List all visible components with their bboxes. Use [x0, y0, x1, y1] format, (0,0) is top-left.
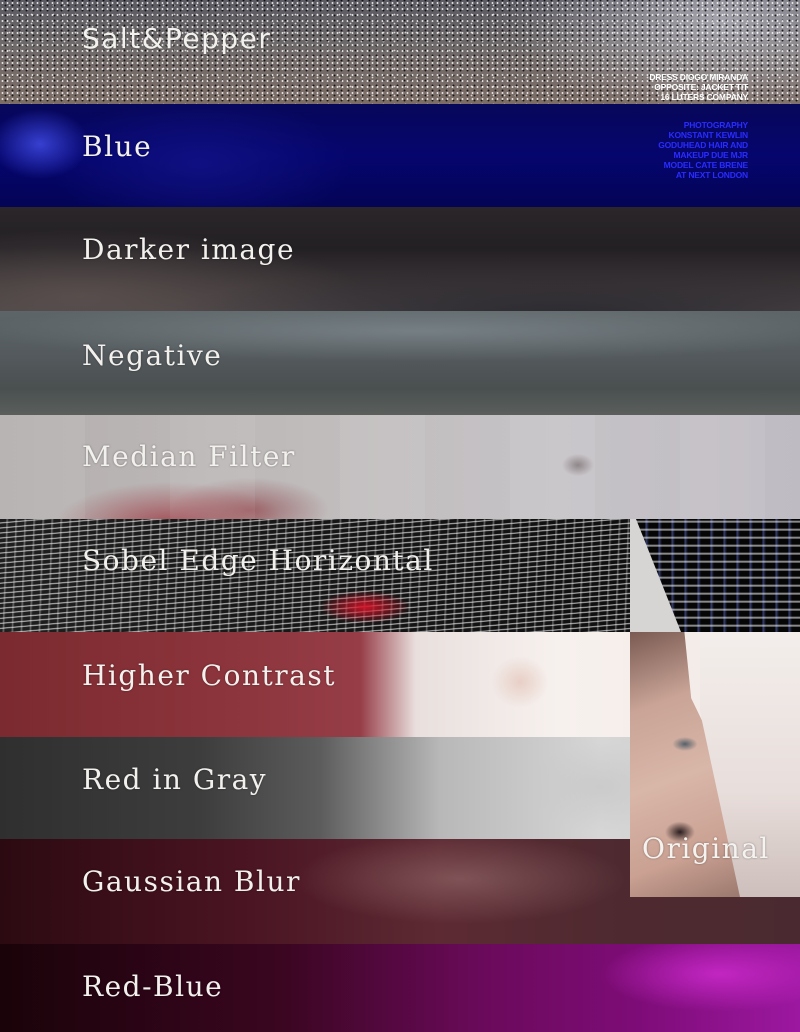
band-label-median: Median Filter: [82, 440, 296, 473]
band-label-sobel: Sobel Edge Horizontal: [82, 544, 434, 577]
blue-band: Blue PHOTOGRAPHY KONSTANT KEWLIN GODUHEA…: [0, 104, 800, 207]
band-label-contrast: Higher Contrast: [82, 659, 336, 692]
original-label: Original: [642, 832, 770, 865]
salt-and-pepper-band: Salt&Pepper DRESS DIOGO MIRANDA OPPOSITE…: [0, 0, 800, 104]
median-filter-band: Median Filter: [0, 415, 800, 519]
sobel-edge-band: Sobel Edge Horizontal: [0, 519, 800, 632]
negative-band: Negative: [0, 311, 800, 415]
band-label-darker: Darker image: [82, 233, 296, 266]
band-label-gaussian: Gaussian Blur: [82, 865, 301, 898]
credit-line: MODEL CATE BRENE: [663, 160, 749, 170]
band-label-salt-pepper: Salt&Pepper: [82, 22, 272, 55]
face-highlight: [480, 642, 560, 722]
credit-line: KONSTANT KEWLIN: [668, 130, 749, 140]
credit-line: OPPOSITE: JACKET TIT: [654, 82, 748, 92]
darker-image-band: Darker image: [0, 207, 800, 311]
red-blue-band: Red-Blue: [0, 944, 800, 1032]
credit-line: AT NEXT LONDON: [675, 170, 748, 180]
photo-credit-blue: PHOTOGRAPHY KONSTANT KEWLIN GODUHEAD HAI…: [628, 120, 748, 180]
band-label-negative: Negative: [82, 339, 223, 372]
credit-line: 16 LUTERS COMPANY: [660, 92, 748, 102]
red-streak: [310, 579, 420, 629]
band-label-red-gray: Red in Gray: [82, 763, 268, 796]
band-label-red-blue: Red-Blue: [82, 970, 224, 1003]
credit-line: MAKEUP DUE MJR: [673, 150, 749, 160]
photo-credit-top: DRESS DIOGO MIRANDA OPPOSITE: JACKET TIT…: [628, 72, 748, 102]
credit-line: GODUHEAD HAIR AND: [658, 140, 748, 150]
credit-line: DRESS DIOGO MIRANDA: [649, 72, 748, 82]
credit-line: PHOTOGRAPHY: [683, 120, 748, 130]
band-label-blue: Blue: [82, 130, 153, 163]
